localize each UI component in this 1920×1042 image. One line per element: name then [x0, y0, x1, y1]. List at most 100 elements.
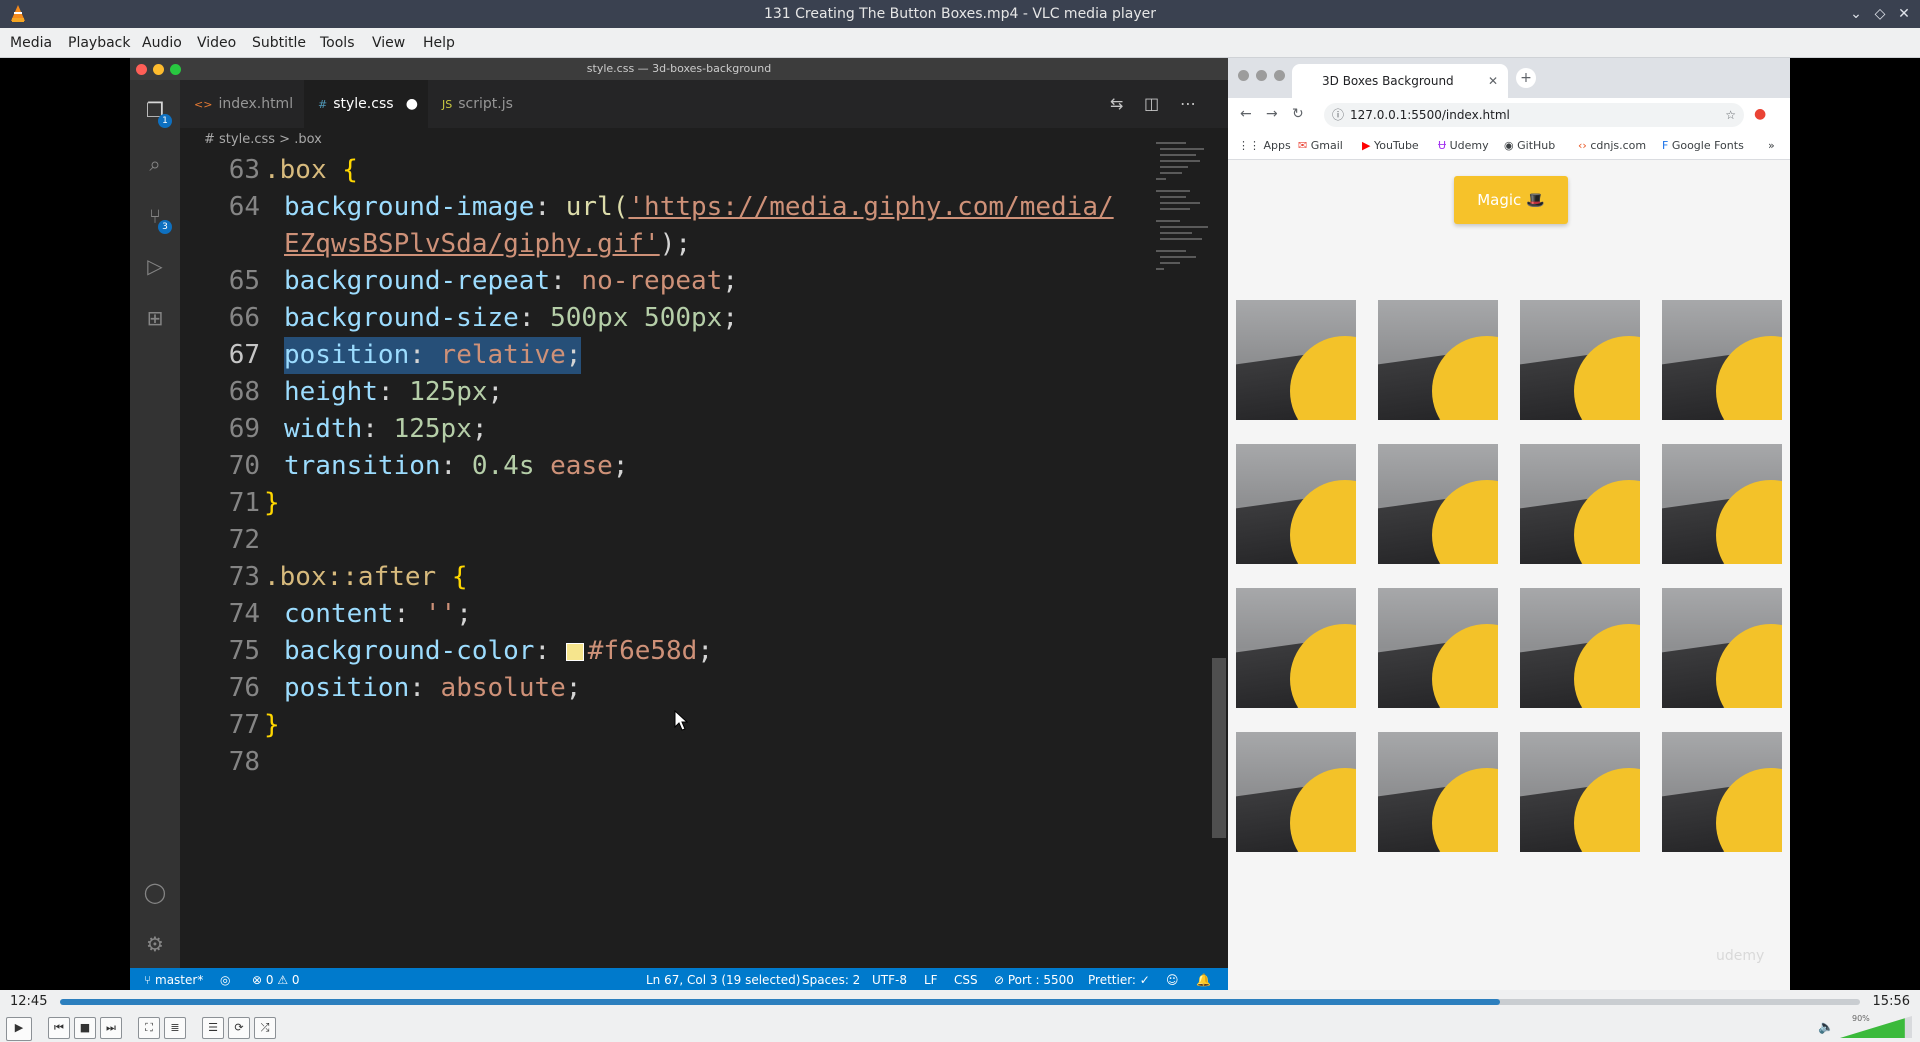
bookmarks-bar: ⋮⋮ Apps ✉ Gmail ▶ YouTube Ʉ Udemy ◉ GitH…: [1228, 132, 1790, 160]
stop-icon[interactable]: ■: [74, 1017, 96, 1039]
value-token: relative: [440, 340, 566, 370]
bookmark-github[interactable]: ◉ GitHub: [1504, 139, 1555, 152]
close-dot-icon[interactable]: [1238, 70, 1249, 81]
play-button[interactable]: ▶: [6, 1017, 32, 1041]
info-icon[interactable]: ⓘ: [1332, 103, 1344, 127]
menu-media[interactable]: Media: [10, 35, 52, 51]
next-icon[interactable]: ⏭: [100, 1017, 122, 1039]
problems-indicator[interactable]: ⊗ 0 ⚠ 0: [252, 973, 300, 987]
maximize-button[interactable]: ◇: [1870, 4, 1890, 24]
tab-style-css[interactable]: # style.css ●: [304, 80, 428, 128]
property-token: background-image: [284, 192, 535, 222]
property-token: position: [284, 340, 410, 370]
browser-tab[interactable]: 3D Boxes Background ✕: [1292, 64, 1508, 98]
unsaved-dot-icon[interactable]: ●: [406, 80, 418, 128]
magic-button[interactable]: Magic 🎩: [1454, 176, 1568, 224]
feedback-icon[interactable]: ☺: [1166, 973, 1179, 987]
prettier-status[interactable]: Prettier: ✓: [1088, 973, 1150, 987]
menu-view[interactable]: View: [372, 35, 405, 51]
box-tile: [1236, 588, 1356, 708]
bookmark-apps[interactable]: ⋮⋮ Apps: [1238, 139, 1291, 152]
speaker-icon[interactable]: 🔈: [1818, 1020, 1834, 1035]
extended-settings-icon[interactable]: ≣: [164, 1017, 186, 1039]
file-encoding[interactable]: UTF-8: [872, 973, 907, 987]
indentation[interactable]: Spaces: 2: [802, 973, 860, 987]
line-number: 72: [228, 525, 260, 555]
minimap[interactable]: [1154, 138, 1218, 278]
run-debug-icon[interactable]: ▷: [143, 254, 167, 278]
settings-gear-icon[interactable]: ⚙: [143, 932, 167, 956]
box-tile: [1662, 588, 1782, 708]
bookmark-cdnjs[interactable]: ‹› cdnjs.com: [1578, 139, 1646, 152]
zoom-dot-icon[interactable]: [1274, 70, 1285, 81]
line-number: 75: [228, 636, 260, 666]
bookmark-udemy[interactable]: Ʉ Udemy: [1438, 139, 1489, 152]
new-tab-button[interactable]: +: [1516, 68, 1536, 88]
menu-tools[interactable]: Tools: [320, 35, 355, 51]
menu-video[interactable]: Video: [197, 35, 236, 51]
address-bar[interactable]: ⓘ 127.0.0.1:5500/index.html ☆: [1324, 103, 1744, 127]
close-button[interactable]: ✕: [1894, 4, 1914, 24]
colon-token: :: [377, 377, 394, 407]
account-icon[interactable]: ◯: [143, 880, 167, 904]
box-tile: [1378, 732, 1498, 852]
breadcrumb-symbol[interactable]: .box: [294, 132, 322, 147]
menu-help[interactable]: Help: [423, 35, 455, 51]
breadcrumb-file[interactable]: # style.css: [204, 132, 275, 147]
url-token[interactable]: EZqwsBSPlvSda/giphy.gif': [284, 229, 660, 259]
seek-bar[interactable]: [60, 999, 1860, 1005]
reload-icon[interactable]: ↻: [1292, 106, 1304, 122]
bookmark-star-icon[interactable]: ☆: [1725, 103, 1736, 127]
minimize-dot-icon[interactable]: [1256, 70, 1267, 81]
volume-slider[interactable]: [1840, 1016, 1912, 1038]
menu-playback[interactable]: Playback: [68, 35, 130, 51]
url-token[interactable]: 'https://media.giphy.com/media/: [628, 192, 1113, 222]
search-icon[interactable]: ⌕: [143, 152, 167, 176]
minimize-button[interactable]: ⌄: [1846, 4, 1866, 24]
cursor-position[interactable]: Ln 67, Col 3 (19 selected): [646, 973, 800, 987]
menu-subtitle[interactable]: Subtitle: [252, 35, 306, 51]
code-editor[interactable]: 63 .box { 64 background-image: url('https:…: [180, 152, 1180, 968]
video-frame[interactable]: style.css — 3d-boxes-background ❐ 1 ⌕ ⑂ …: [0, 58, 1920, 992]
bookmark-youtube[interactable]: ▶ YouTube: [1362, 139, 1419, 152]
sync-icon[interactable]: ◎: [220, 973, 230, 987]
live-server-port[interactable]: ⊘ Port : 5500: [994, 973, 1074, 987]
more-actions-icon[interactable]: ⋯: [1180, 94, 1196, 113]
bookmark-gmail[interactable]: ✉ Gmail: [1298, 139, 1343, 152]
cdnjs-icon: ‹›: [1578, 139, 1587, 152]
close-dot-icon: [136, 64, 147, 75]
notifications-bell-icon[interactable]: 🔔: [1196, 973, 1211, 987]
breadcrumb: # style.css > .box: [180, 128, 1228, 152]
profile-icon[interactable]: ●: [1754, 106, 1766, 122]
previous-icon[interactable]: ⏮: [48, 1017, 70, 1039]
browser-window: 3D Boxes Background ✕ + ← → ↻ ⓘ 127.0.0.…: [1228, 58, 1790, 990]
close-tab-icon[interactable]: ✕: [1488, 64, 1498, 98]
playlist-icon[interactable]: ☰: [202, 1017, 224, 1039]
bookmark-google-fonts[interactable]: F Google Fonts: [1662, 139, 1744, 152]
editor-scrollbar[interactable]: [1212, 658, 1226, 838]
tab-index-html[interactable]: <> index.html: [180, 80, 304, 128]
line-number: 76: [228, 673, 260, 703]
extensions-icon[interactable]: ⊞: [143, 306, 167, 330]
back-icon[interactable]: ←: [1240, 106, 1252, 122]
line-ending[interactable]: LF: [924, 973, 938, 987]
js-file-icon: JS: [442, 98, 453, 111]
forward-icon[interactable]: →: [1266, 106, 1278, 122]
color-swatch[interactable]: [565, 643, 584, 661]
open-changes-icon[interactable]: ⇆: [1110, 94, 1123, 113]
tab-script-js[interactable]: JS script.js: [428, 80, 552, 128]
url-text: 127.0.0.1:5500/index.html: [1350, 108, 1510, 122]
vscode-window: style.css — 3d-boxes-background ❐ 1 ⌕ ⑂ …: [130, 58, 1228, 992]
shuffle-icon[interactable]: ⤮: [254, 1017, 276, 1039]
bookmark-label: Udemy: [1449, 139, 1489, 152]
tab-label: index.html: [218, 96, 294, 112]
menu-audio[interactable]: Audio: [142, 35, 182, 51]
colon-token: :: [534, 636, 551, 666]
fullscreen-icon[interactable]: ⛶: [138, 1017, 160, 1039]
bookmarks-overflow-icon[interactable]: »: [1768, 139, 1775, 152]
git-branch[interactable]: ⑂ master*: [144, 973, 203, 987]
split-editor-icon[interactable]: ◫: [1144, 94, 1159, 113]
loop-icon[interactable]: ⟳: [228, 1017, 250, 1039]
language-mode[interactable]: CSS: [954, 973, 978, 987]
text-selection[interactable]: position: relative;: [284, 337, 582, 374]
